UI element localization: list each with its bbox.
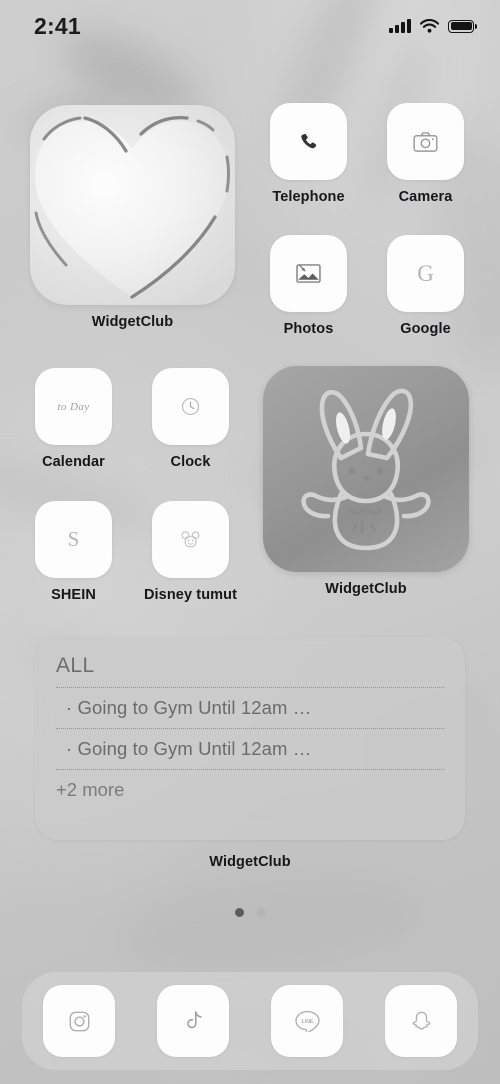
app-clock[interactable]: Clock xyxy=(152,368,229,470)
widget-reminders-label: WidgetClub xyxy=(209,854,291,870)
home-screen: WidgetClub Telephone Camera Photos G Goo… xyxy=(0,0,500,1084)
wifi-icon xyxy=(420,19,439,33)
google-g-icon: G xyxy=(417,260,434,286)
widget-heart[interactable]: WidgetClub xyxy=(30,105,235,330)
reminders-divider xyxy=(56,728,444,729)
app-camera-label: Camera xyxy=(398,189,453,205)
bunny-outline-widget xyxy=(263,366,469,572)
reminders-divider xyxy=(56,687,444,688)
page-dots[interactable] xyxy=(0,908,500,917)
heart-3d-widget xyxy=(30,105,235,305)
app-telephone-tile[interactable] xyxy=(270,103,347,180)
phone-icon xyxy=(300,133,316,148)
app-shein[interactable]: S SHEIN xyxy=(35,501,112,603)
svg-text:LINE: LINE xyxy=(301,1019,313,1025)
line-icon: LINE xyxy=(294,1010,320,1032)
shein-s-icon: S xyxy=(67,527,80,551)
photos-icon xyxy=(296,264,321,283)
calendar-today-icon: to Day xyxy=(57,400,90,413)
widget-bunny[interactable]: WidgetClub xyxy=(263,366,469,597)
cellular-bars-icon xyxy=(389,19,411,33)
reminder-item[interactable]: · Going to Gym Until 12am … xyxy=(56,688,444,728)
reminders-more-link[interactable]: +2 more xyxy=(56,770,444,801)
widget-heart-label: WidgetClub xyxy=(91,314,174,330)
app-photos-label: Photos xyxy=(283,321,334,337)
reminders-list-title: ALL xyxy=(56,654,95,677)
app-calendar-tile[interactable]: to Day xyxy=(35,368,112,445)
widget-bunny-label: WidgetClub xyxy=(325,581,407,597)
instagram-icon xyxy=(69,1011,89,1031)
app-disney-tumut-label: Disney tumut xyxy=(143,587,238,603)
app-calendar-label: Calendar xyxy=(42,454,105,470)
page-dot-2[interactable] xyxy=(256,908,266,917)
app-camera-tile[interactable] xyxy=(387,103,464,180)
page-dot-1[interactable] xyxy=(234,908,244,917)
status-bar-time: 2:41 xyxy=(34,12,81,39)
widget-reminders[interactable]: ALL · Going to Gym Until 12am … · Going … xyxy=(35,637,465,840)
app-disney-tumut[interactable]: Disney tumut xyxy=(144,501,237,603)
status-bar: 2:41 xyxy=(0,0,500,52)
app-google-label: Google xyxy=(400,321,451,337)
tiktok-icon xyxy=(186,1010,202,1028)
snapchat-ghost-icon xyxy=(412,1011,430,1030)
app-google-tile[interactable]: G xyxy=(387,235,464,312)
status-bar-indicators xyxy=(389,19,477,33)
app-disney-tumut-tile[interactable] xyxy=(152,501,229,578)
dock-app-line[interactable]: LINE xyxy=(271,985,343,1057)
reminder-item[interactable]: · Going to Gym Until 12am … xyxy=(56,729,444,769)
camera-icon xyxy=(413,131,438,152)
dock-app-instagram[interactable] xyxy=(43,985,115,1057)
clock-icon xyxy=(181,397,200,416)
dock: LINE xyxy=(22,972,478,1070)
app-photos[interactable]: Photos xyxy=(270,235,347,337)
app-calendar[interactable]: to Day Calendar xyxy=(35,368,112,470)
dock-app-snapchat[interactable] xyxy=(385,985,457,1057)
app-camera[interactable]: Camera xyxy=(387,103,464,205)
app-shein-tile[interactable]: S xyxy=(35,501,112,578)
disney-mouse-icon xyxy=(181,530,200,547)
dock-app-tiktok[interactable] xyxy=(157,985,229,1057)
app-photos-tile[interactable] xyxy=(270,235,347,312)
app-google[interactable]: G Google xyxy=(387,235,464,337)
app-clock-label: Clock xyxy=(170,454,211,470)
reminders-divider xyxy=(56,769,444,770)
battery-full-icon xyxy=(448,19,477,33)
app-telephone-label: Telephone xyxy=(272,189,345,205)
app-telephone[interactable]: Telephone xyxy=(270,103,347,205)
app-shein-label: SHEIN xyxy=(51,587,96,603)
app-clock-tile[interactable] xyxy=(152,368,229,445)
